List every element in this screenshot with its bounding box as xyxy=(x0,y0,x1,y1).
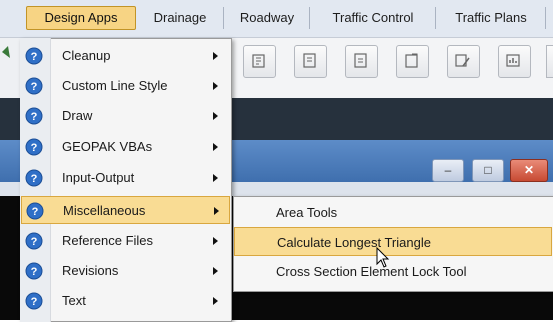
menu-bar: Design Apps Drainage Roadway Traffic Con… xyxy=(0,0,553,38)
help-circle-icon: ? xyxy=(25,107,43,125)
menu-item-draw[interactable]: ? Draw xyxy=(21,102,230,130)
menu-item-label: Input-Output xyxy=(62,170,135,185)
svg-text:?: ? xyxy=(31,111,38,123)
help-circle-icon: ? xyxy=(25,292,43,310)
toolbar-button-pencil[interactable] xyxy=(447,45,480,78)
svg-text:?: ? xyxy=(32,206,39,218)
toolbar-left-edge xyxy=(0,38,22,98)
submenu-arrow-icon xyxy=(213,174,218,182)
pencil-icon xyxy=(455,54,470,67)
menu-item-label: Text xyxy=(62,293,86,308)
menu-item-label: Cleanup xyxy=(62,48,111,63)
submenu-item-area-tools[interactable]: Area Tools xyxy=(234,198,552,227)
close-button[interactable]: ✕ xyxy=(510,159,548,182)
menu-item-input-output[interactable]: ? Input-Output xyxy=(21,164,230,192)
submenu-item-cross-section-element-lock-tool[interactable]: Cross Section Element Lock Tool xyxy=(234,257,552,286)
svg-text:?: ? xyxy=(31,296,38,308)
toolbar-edge-icon xyxy=(2,46,10,58)
close-icon: ✕ xyxy=(523,163,535,177)
help-circle-icon: ? xyxy=(25,77,43,95)
submenu-arrow-icon xyxy=(213,52,218,60)
submenu-item-calculate-longest-triangle[interactable]: Calculate Longest Triangle xyxy=(234,227,552,256)
svg-text:?: ? xyxy=(31,236,38,248)
text-edit-icon xyxy=(303,53,316,68)
submenu-arrow-icon xyxy=(213,143,218,151)
restore-icon: □ xyxy=(484,163,492,177)
submenu-item-label: Cross Section Element Lock Tool xyxy=(276,264,467,279)
svg-text:?: ? xyxy=(31,266,38,278)
menu-item-label: Reference Files xyxy=(62,233,154,248)
submenu-arrow-icon xyxy=(213,267,218,275)
menu-item-revisions[interactable]: ? Revisions xyxy=(21,257,230,285)
menu-item-reference-files[interactable]: ? Reference Files xyxy=(21,227,230,255)
menu-item-geopak-vbas[interactable]: ? GEOPAK VBAs xyxy=(21,133,230,161)
help-circle-icon: ? xyxy=(25,232,43,250)
toolbar-button-text-edit[interactable] xyxy=(294,45,327,78)
note-icon xyxy=(354,53,367,68)
mouse-pointer-icon xyxy=(376,247,390,268)
toolbar-button-partial[interactable] xyxy=(546,45,553,78)
cell-icon xyxy=(252,54,265,68)
help-circle-icon: ? xyxy=(25,138,43,156)
svg-text:?: ? xyxy=(31,51,38,63)
submenu-item-label: Calculate Longest Triangle xyxy=(277,235,431,250)
menu-traffic-plans[interactable]: Traffic Plans xyxy=(437,7,546,29)
menu-item-cleanup[interactable]: ? Cleanup xyxy=(21,42,230,70)
minimize-icon: – xyxy=(444,163,452,177)
svg-text:?: ? xyxy=(31,173,38,185)
help-circle-icon: ? xyxy=(25,262,43,280)
minimize-button[interactable]: – xyxy=(432,159,464,182)
help-circle-icon: ? xyxy=(26,202,44,220)
submenu-arrow-icon xyxy=(213,237,218,245)
menu-bar-edge xyxy=(0,8,22,30)
menu-item-label: Draw xyxy=(62,108,93,123)
menu-item-label: GEOPAK VBAs xyxy=(62,139,153,154)
menu-item-text[interactable]: ? Text xyxy=(21,287,230,315)
toolbar-button-note[interactable] xyxy=(345,45,378,78)
menu-roadway[interactable]: Roadway xyxy=(225,7,310,29)
note-export-icon xyxy=(405,53,418,68)
submenu-arrow-icon xyxy=(213,297,218,305)
help-circle-icon: ? xyxy=(25,169,43,187)
svg-text:?: ? xyxy=(31,142,38,154)
menu-item-label: Custom Line Style xyxy=(62,78,168,93)
submenu-arrow-icon xyxy=(213,112,218,120)
help-circle-icon: ? xyxy=(25,47,43,65)
menu-item-label: Miscellaneous xyxy=(63,203,146,218)
menu-traffic-control[interactable]: Traffic Control xyxy=(311,7,436,29)
toolbar-button-cell[interactable] xyxy=(243,45,276,78)
svg-text:?: ? xyxy=(31,81,38,93)
submenu-arrow-icon xyxy=(213,82,218,90)
menu-item-custom-line-style[interactable]: ? Custom Line Style xyxy=(21,72,230,100)
restore-button[interactable]: □ xyxy=(472,159,504,182)
chart-icon xyxy=(506,54,520,67)
menu-item-miscellaneous[interactable]: ? Miscellaneous xyxy=(21,196,230,224)
submenu-item-label: Area Tools xyxy=(276,205,338,220)
menu-item-label: Revisions xyxy=(62,263,119,278)
submenu-arrow-icon xyxy=(214,207,219,215)
toolbar-button-note-export[interactable] xyxy=(396,45,429,78)
menu-drainage[interactable]: Drainage xyxy=(137,7,224,29)
toolbar-button-chart[interactable] xyxy=(498,45,531,78)
menu-design-apps[interactable]: Design Apps xyxy=(26,6,136,30)
